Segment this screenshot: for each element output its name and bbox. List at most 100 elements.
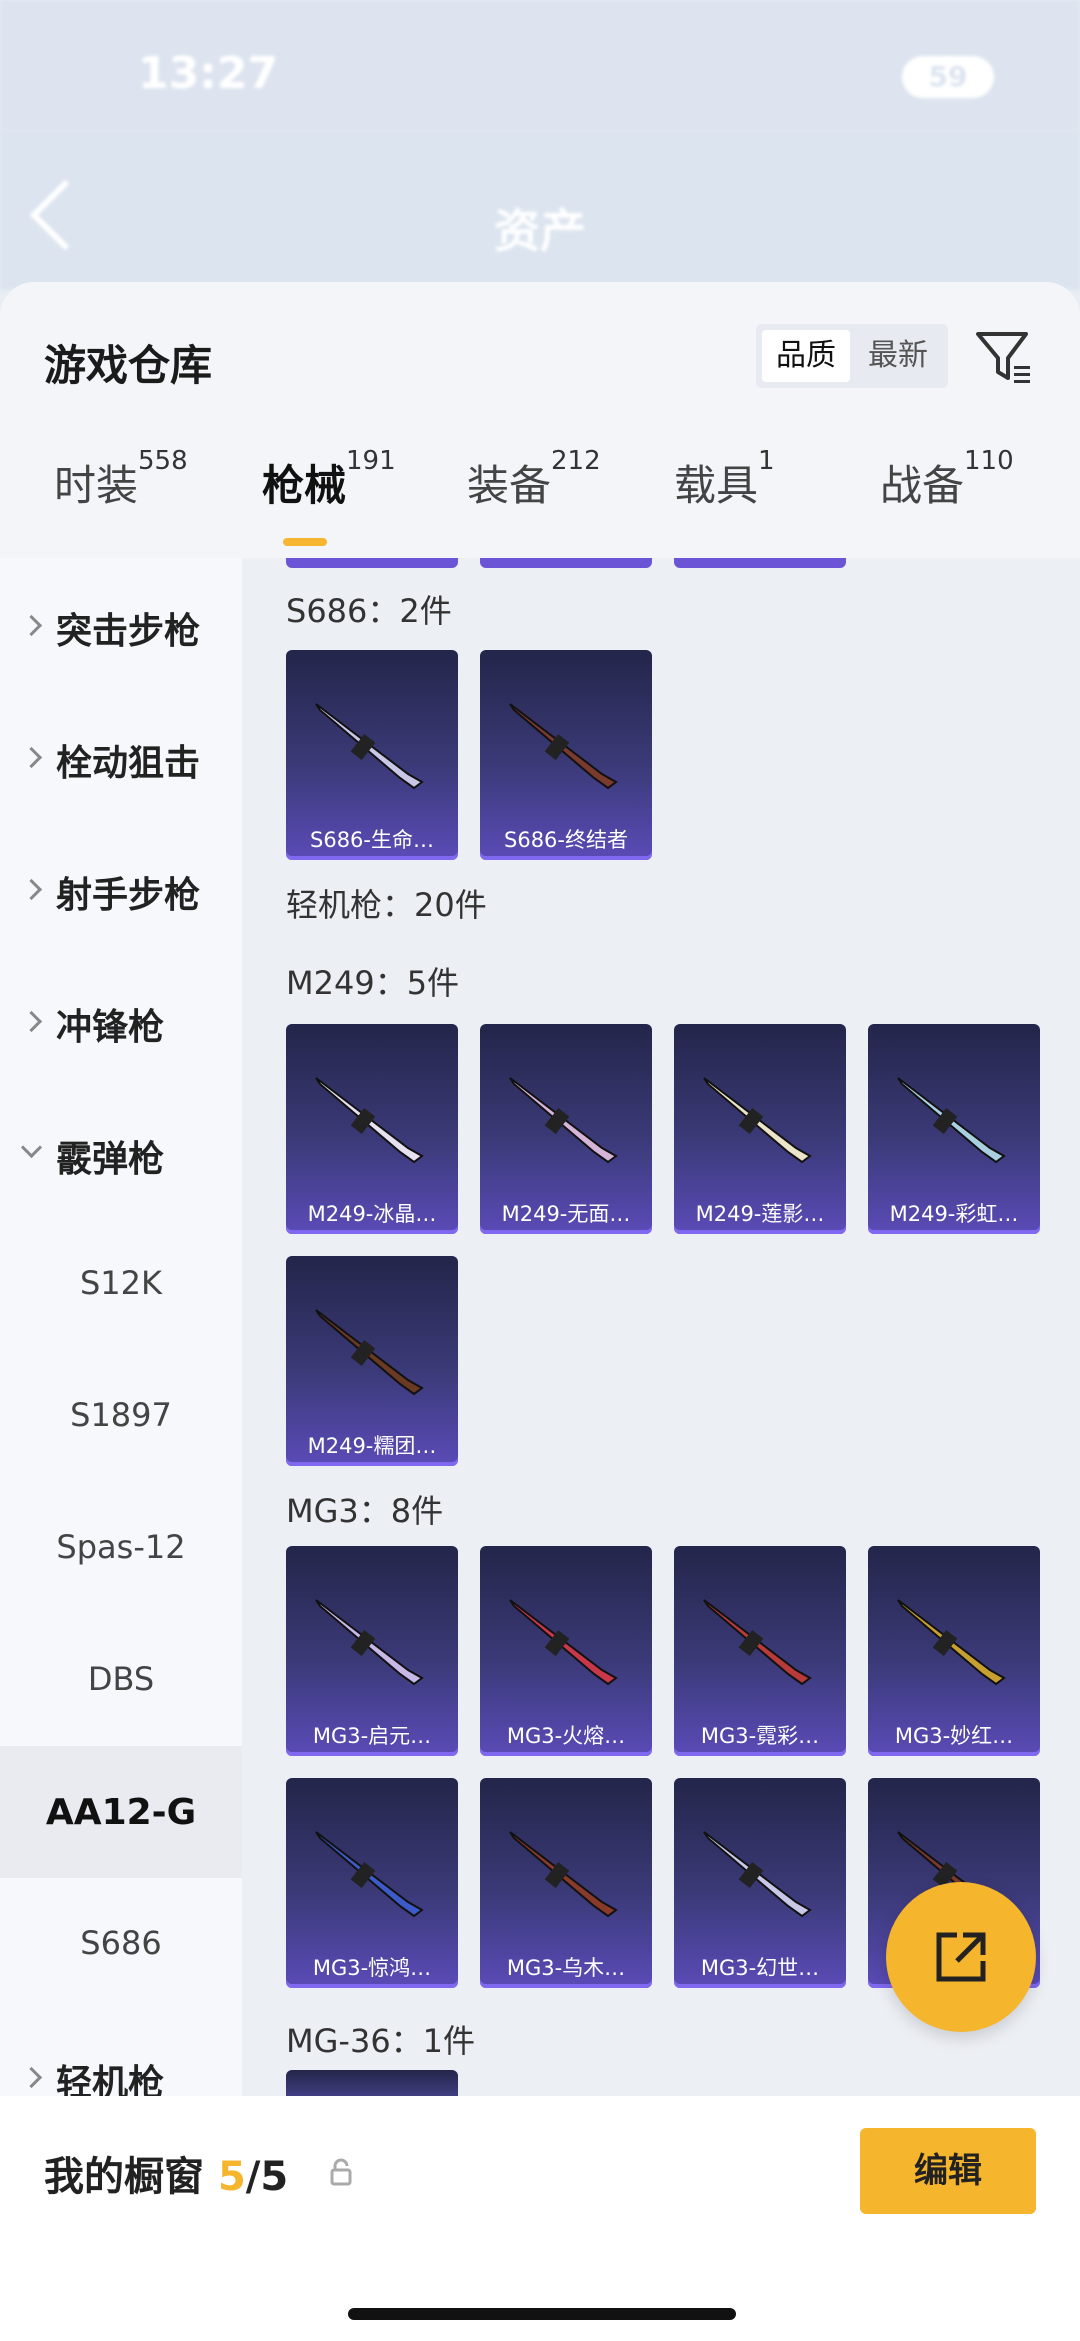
- tab-count: 110: [964, 446, 1014, 476]
- sheet-title: 游戏仓库: [44, 341, 213, 390]
- weapon-image: [703, 1077, 812, 1164]
- weapon-card[interactable]: MG3-火熔…: [480, 1546, 652, 1756]
- showcase-title: 我的橱窗: [44, 2154, 204, 2200]
- weapon-card[interactable]: M249-冰晶…: [286, 1024, 458, 1234]
- chevron-right-icon: [20, 746, 43, 769]
- weapon-card[interactable]: MG3-幻世…: [674, 1778, 846, 1988]
- weapon-card[interactable]: S686-终结者: [480, 650, 652, 860]
- sidebar-item-marksman-rifle[interactable]: 射手步枪: [0, 822, 242, 954]
- share-button[interactable]: [886, 1882, 1036, 2032]
- page-title: 资产: [494, 204, 586, 258]
- weapon-name: MG3-乌木…: [506, 1956, 626, 1980]
- sidebar-item-s1897[interactable]: S1897: [0, 1350, 242, 1482]
- weapon-name: M249-无面…: [501, 1202, 631, 1226]
- filter-icon[interactable]: [974, 328, 1034, 388]
- tab-supplies[interactable]: 战备110: [880, 446, 1014, 552]
- showcase-bar: 我的橱窗 5/5 编辑: [0, 2096, 1080, 2341]
- card-edge: [480, 558, 652, 568]
- weapon-image: [897, 1077, 1006, 1164]
- battery-indicator: 59: [902, 56, 994, 98]
- tab-count: 558: [138, 446, 188, 476]
- sidebar-item-label: DBS: [87, 1660, 155, 1698]
- weapon-name: M249-彩虹…: [889, 1202, 1019, 1226]
- weapon-card[interactable]: S686-生命…: [286, 650, 458, 860]
- sidebar-item-assault-rifle[interactable]: 突击步枪: [0, 558, 242, 690]
- sidebar-item-smg[interactable]: 冲锋枪: [0, 954, 242, 1086]
- weapon-image: [703, 1599, 812, 1686]
- weapon-name: M249-冰晶…: [307, 1202, 437, 1226]
- group-header-lmg: 轻机枪：20件: [286, 886, 487, 924]
- weapon-image: [509, 1077, 618, 1164]
- group-header-s686: S686：2件: [286, 592, 452, 630]
- weapon-name: MG3-惊鸿…: [312, 1956, 432, 1980]
- tab-label: 装备: [467, 461, 552, 510]
- sidebar-item-label: 射手步枪: [56, 875, 201, 916]
- sidebar-item-spas12[interactable]: Spas-12: [0, 1482, 242, 1614]
- weapon-card[interactable]: MG3-乌木…: [480, 1778, 652, 1988]
- sidebar-item-s686[interactable]: S686: [0, 1878, 242, 2010]
- tab-firearms[interactable]: 枪械191: [262, 446, 396, 552]
- chevron-right-icon: [20, 1010, 43, 1033]
- weapon-card[interactable]: M249-莲影…: [674, 1024, 846, 1234]
- group-header-m249: M249：5件: [286, 964, 460, 1002]
- sort-toggle: 品质 最新: [756, 324, 948, 388]
- weapon-image: [315, 1599, 424, 1686]
- tab-label: 枪械: [262, 461, 347, 510]
- weapon-image: [315, 1831, 424, 1918]
- weapon-grid: S686：2件 轻机枪：20件 M249：5件 MG3：8件 MG-36：1件 …: [242, 558, 1080, 2098]
- weapon-card[interactable]: M249-糯团…: [286, 1256, 458, 1466]
- category-tabs: 时装558 枪械191 装备212 载具1 战备110: [0, 446, 1080, 552]
- tab-label: 时装: [54, 461, 139, 510]
- weapon-type-sidebar: 突击步枪 栓动狙击 射手步枪 冲锋枪 霰弹枪 S12K S1897 Spas-1…: [0, 558, 242, 2104]
- sort-latest-button[interactable]: 最新: [854, 330, 942, 382]
- sidebar-item-label: S1897: [70, 1396, 172, 1434]
- chevron-right-icon: [20, 2066, 43, 2089]
- group-header-mg3: MG3：8件: [286, 1492, 444, 1530]
- showcase-total-count: /5: [245, 2154, 289, 2200]
- sidebar-item-s12k[interactable]: S12K: [0, 1218, 242, 1350]
- showcase-label: 我的橱窗 5/5: [44, 2144, 288, 2202]
- sidebar-item-label: 突击步枪: [56, 611, 201, 652]
- showcase-current-count: 5: [217, 2154, 246, 2200]
- status-time: 13:27: [138, 48, 279, 99]
- tab-count: 212: [551, 446, 601, 476]
- top-nav: 资产: [0, 130, 1080, 290]
- sidebar-item-label: S12K: [79, 1264, 162, 1302]
- tab-vehicles[interactable]: 载具1: [674, 446, 775, 552]
- weapon-name: S686-终结者: [504, 828, 628, 852]
- home-indicator: [348, 2308, 736, 2320]
- weapon-card[interactable]: [286, 2070, 458, 2098]
- weapon-card[interactable]: M249-无面…: [480, 1024, 652, 1234]
- weapon-name: MG3-幻世…: [700, 1956, 820, 1980]
- sidebar-item-aa12g[interactable]: AA12-G: [0, 1746, 242, 1878]
- edit-button[interactable]: 编辑: [860, 2128, 1036, 2214]
- weapon-image: [703, 1831, 812, 1918]
- weapon-name: M249-糯团…: [307, 1434, 437, 1458]
- weapon-name: MG3-霓彩…: [700, 1724, 820, 1748]
- sidebar-item-shotgun[interactable]: 霰弹枪: [0, 1086, 242, 1218]
- share-icon: [936, 1932, 986, 1982]
- sidebar-item-label: 栓动狙击: [56, 743, 201, 784]
- chevron-down-icon: [20, 1136, 43, 1159]
- sort-quality-button[interactable]: 品质: [762, 330, 850, 382]
- sidebar-item-bolt-sniper[interactable]: 栓动狙击: [0, 690, 242, 822]
- group-header-mg36: MG-36：1件: [286, 2022, 476, 2060]
- weapon-card[interactable]: MG3-惊鸿…: [286, 1778, 458, 1988]
- sidebar-item-label: AA12-G: [45, 1792, 197, 1833]
- weapon-name: MG3-妙红…: [894, 1724, 1014, 1748]
- tab-equipment[interactable]: 装备212: [467, 446, 601, 552]
- weapon-image: [315, 703, 424, 790]
- sidebar-item-dbs[interactable]: DBS: [0, 1614, 242, 1746]
- weapon-name: S686-生命…: [310, 828, 434, 852]
- chevron-right-icon: [20, 614, 43, 637]
- weapon-card[interactable]: MG3-妙红…: [868, 1546, 1040, 1756]
- weapon-card[interactable]: MG3-启元…: [286, 1546, 458, 1756]
- weapon-card[interactable]: M249-彩虹…: [868, 1024, 1040, 1234]
- card-edge: [286, 558, 458, 568]
- weapon-image: [509, 1831, 618, 1918]
- tab-fashion[interactable]: 时装558: [54, 446, 188, 552]
- sidebar-item-label: S686: [80, 1924, 162, 1962]
- tab-count: 191: [346, 446, 396, 476]
- chevron-right-icon: [20, 878, 43, 901]
- weapon-card[interactable]: MG3-霓彩…: [674, 1546, 846, 1756]
